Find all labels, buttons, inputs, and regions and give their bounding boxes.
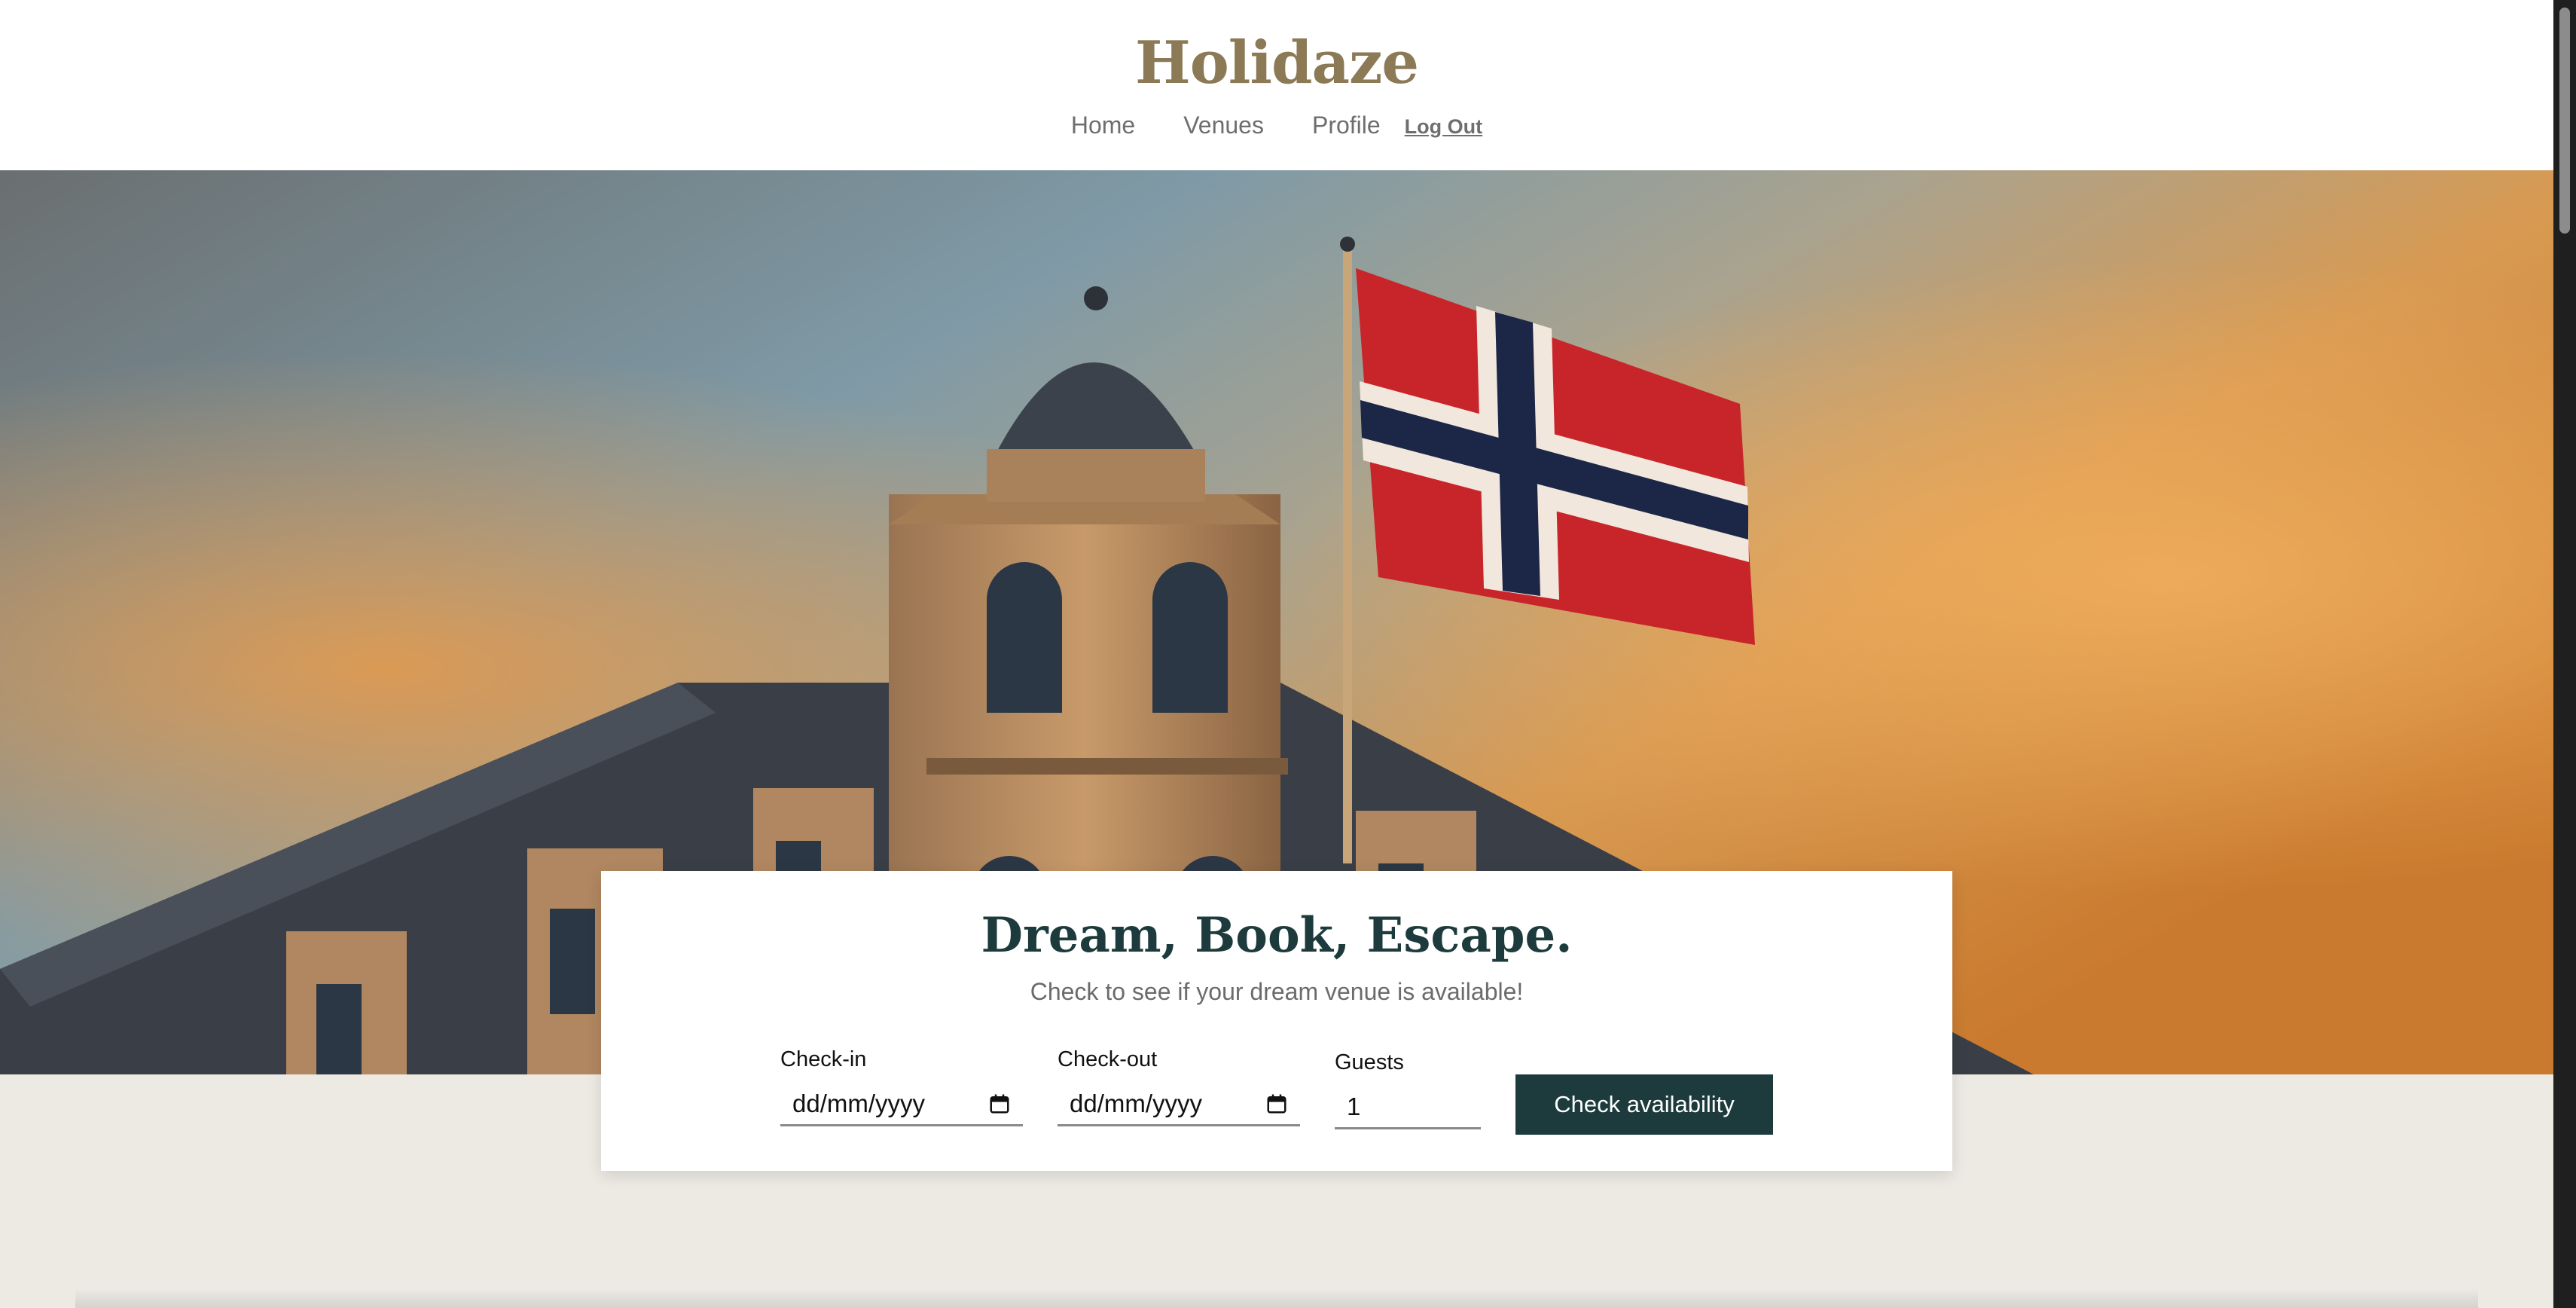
booking-card: Dream, Book, Escape. Check to see if you… [601,871,1952,1171]
guests-field: Guests 1 [1335,1050,1481,1129]
checkin-label: Check-in [780,1047,867,1071]
checkout-field: Check-out dd/mm/yyyy [1058,1047,1300,1126]
checkout-placeholder: dd/mm/yyyy [1070,1089,1203,1117]
page-scrollbar[interactable] [2553,0,2576,1308]
checkin-placeholder: dd/mm/yyyy [792,1089,926,1117]
guests-input[interactable]: 1 [1335,1086,1481,1129]
calendar-icon[interactable] [988,1093,1011,1115]
content-section-edge [75,1288,2478,1308]
checkout-input[interactable]: dd/mm/yyyy [1058,1083,1300,1126]
main-nav: Home Venues Profile Log Out [0,112,2553,139]
check-availability-button[interactable]: Check availability [1515,1074,1773,1135]
site-logo[interactable]: Holidaze [0,29,2553,97]
nav-venues[interactable]: Venues [1183,112,1264,139]
booking-subtitle: Check to see if your dream venue is avai… [1030,978,1524,1005]
checkout-label: Check-out [1058,1047,1158,1071]
guests-value: 1 [1347,1092,1361,1120]
scrollbar-thumb[interactable] [2559,8,2570,234]
logout-link[interactable]: Log Out [1405,115,1482,139]
checkin-input[interactable]: dd/mm/yyyy [780,1083,1023,1126]
nav-home[interactable]: Home [1071,112,1135,139]
checkin-field: Check-in dd/mm/yyyy [780,1047,1023,1126]
site-header: Holidaze Home Venues Profile Log Out [0,0,2553,170]
calendar-icon[interactable] [1265,1093,1288,1115]
booking-title: Dream, Book, Escape. [981,907,1573,964]
nav-profile[interactable]: Profile [1312,112,1381,139]
guests-label: Guests [1335,1050,1404,1074]
